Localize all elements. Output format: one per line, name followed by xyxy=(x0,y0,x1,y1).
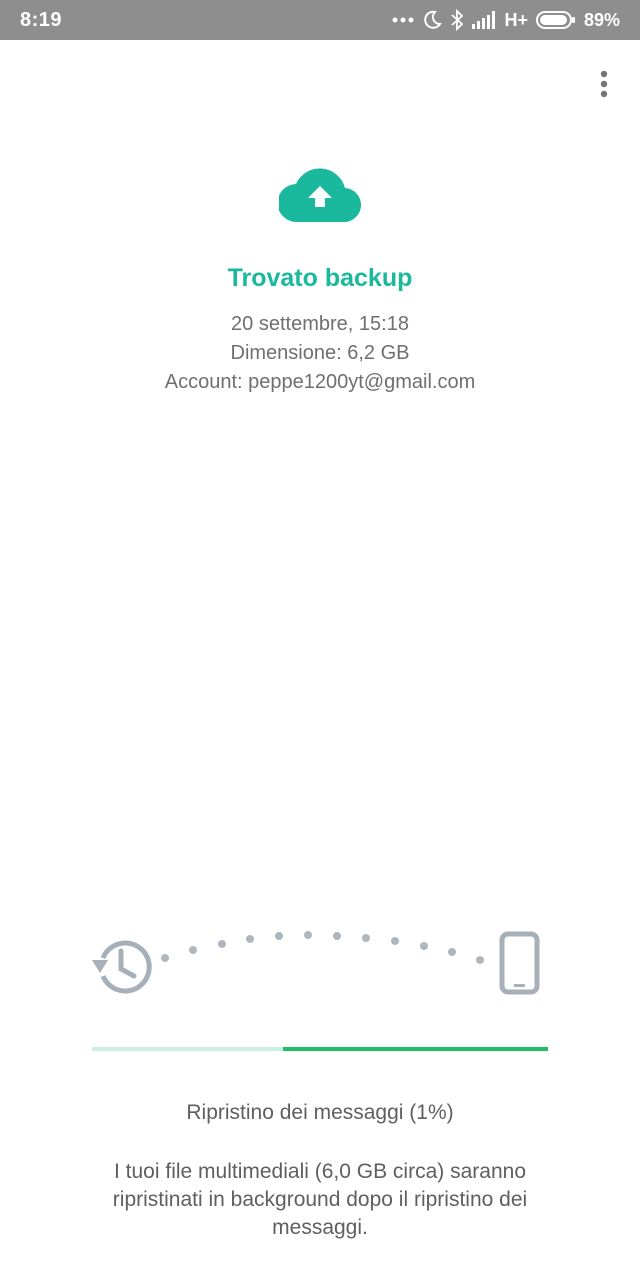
restore-status: Ripristino dei messaggi (1%) xyxy=(186,1101,454,1124)
bluetooth-icon xyxy=(450,9,464,31)
backup-account: Account: peppe1200yt@gmail.com xyxy=(164,371,476,393)
overflow-menu-icon xyxy=(600,70,608,103)
status-icons: H+ 89% xyxy=(392,0,620,40)
more-notifications-icon xyxy=(392,16,414,24)
phone-icon xyxy=(499,931,540,995)
progress-fill xyxy=(283,1047,548,1051)
backup-found-title: Trovato backup xyxy=(227,264,413,292)
progress-dots xyxy=(161,931,484,964)
signal-icon xyxy=(472,11,496,29)
moon-icon xyxy=(422,10,443,30)
status-time: 8:19 xyxy=(20,9,63,31)
transfer-illustration xyxy=(92,931,540,995)
status-bar: 8:19 H+ 89% xyxy=(0,0,640,40)
battery-percent: 89% xyxy=(583,9,620,30)
history-icon xyxy=(92,940,152,994)
cloud-upload-icon xyxy=(277,168,362,229)
backup-size: Dimensione: 6,2 GB xyxy=(230,342,410,364)
backup-date: 20 settembre, 15:18 xyxy=(231,313,409,335)
restore-note: I tuoi file multimediali (6,0 GB circa) … xyxy=(112,1160,528,1239)
battery-icon xyxy=(535,10,576,30)
network-type: H+ xyxy=(504,9,528,30)
overflow-menu-button[interactable] xyxy=(588,66,620,106)
